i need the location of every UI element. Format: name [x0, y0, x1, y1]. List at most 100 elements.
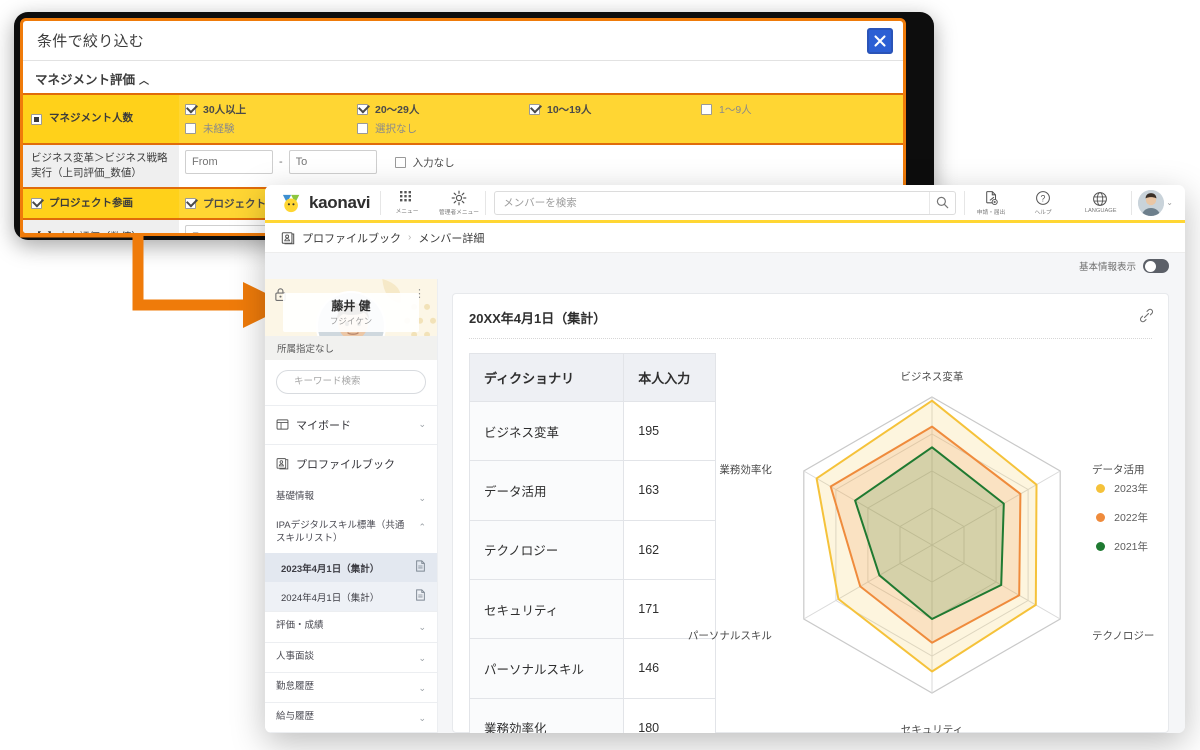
brand-name: kaonavi: [309, 192, 371, 212]
table-row: パーソナルスキル 146: [468, 638, 716, 699]
sidebar-group-interview: 人事面談 ⌄: [265, 643, 437, 673]
breadcrumb-root[interactable]: プロファイルブック: [302, 230, 401, 246]
table-row: ビジネス変革 195: [468, 400, 716, 462]
admin-menu-button-label: 管理者メニュー: [439, 209, 480, 216]
apply-submit-button[interactable]: 申請・届出: [965, 190, 1017, 216]
chevron-down-icon: ⌄: [418, 712, 426, 723]
card-body: ディクショナリ 本人入力 ビジネス変革 195 データ活用 163 テクノロジー…: [468, 339, 1154, 733]
admin-menu-button[interactable]: 管理者メニュー: [433, 190, 485, 216]
range-from-input[interactable]: [185, 225, 273, 233]
skill-summary-card: 20XX年4月1日（集計） ディクショナリ 本人入力 ビジネス変革 195 デー…: [452, 293, 1169, 733]
sidebar-item-ipa-skill-standard[interactable]: IPAデジタルスキル標準（共通スキルリスト） ⌃: [265, 512, 437, 554]
table-row: テクノロジー 162: [468, 519, 716, 580]
avatar[interactable]: [1138, 189, 1165, 216]
sidebar-item-label: 基礎情報: [276, 490, 315, 502]
search-button[interactable]: [929, 191, 955, 214]
breadcrumb-separator: ›: [408, 232, 412, 243]
close-button[interactable]: [867, 27, 893, 54]
chevron-up-icon: ⌃: [418, 521, 426, 532]
legend-color-swatch: [1096, 484, 1106, 493]
sidebar-group-payroll: 給与履歴 ⌄: [265, 703, 437, 733]
chevron-down-icon: ⌄: [418, 622, 426, 633]
filter-row-label: ビジネス変革＞ビジネス戦略実行（上司評価_数値）: [23, 145, 179, 188]
sidebar-group-evaluation: 評価・成績 ⌄: [265, 612, 437, 643]
checkbox-icon: [701, 104, 712, 115]
checkbox-icon: [185, 198, 196, 210]
table-header-cell: 本人入力: [623, 353, 716, 402]
sidebar-search-input[interactable]: [292, 375, 428, 389]
legend-item[interactable]: 2022年: [1096, 510, 1148, 525]
checkbox-option[interactable]: 30人以上: [185, 100, 357, 119]
document-submit-icon: [985, 190, 998, 205]
sidebar-item-2024-04-01[interactable]: 2024年4月1日（集計）: [265, 582, 437, 611]
checkbox-icon: [185, 123, 196, 134]
sidebar-item-evaluation[interactable]: 評価・成績 ⌄: [265, 612, 437, 641]
sidebar-item-profilebook[interactable]: プロファイルブック: [265, 445, 437, 483]
radar-chart-svg: [803, 396, 1061, 694]
table-cell-value: 162: [623, 519, 716, 580]
main-content: 20XX年4月1日（集計） ディクショナリ 本人入力 ビジネス変革 195 デー…: [438, 279, 1185, 733]
menu-button-label: メニュー: [395, 209, 419, 215]
checkbox-option[interactable]: 10〜19人: [529, 100, 701, 119]
basic-info-toggle-bar: 基本情報表示: [265, 253, 1185, 279]
table-cell-category: パーソナルスキル: [468, 638, 625, 699]
legend-label: 2021年: [1114, 541, 1148, 553]
app-top-bar: kaonavi メニュー 管理者メニュー メンバーを検索 申請・届出 ? ヘルプ…: [265, 185, 1185, 223]
table-cell-value: 146: [623, 638, 716, 699]
profile-book-icon: [281, 231, 295, 245]
checkbox-option[interactable]: 未経験: [185, 119, 357, 138]
filter-row-fields: 30人以上 20〜29人 10〜19人 1〜9人 未経験 選択なし: [179, 95, 903, 143]
filter-section-title: マネジメント評価: [35, 73, 136, 87]
menu-button[interactable]: メニュー: [381, 190, 433, 215]
checkbox-option[interactable]: 20〜29人: [357, 100, 529, 119]
sidebar-item-label: 評価・成績: [276, 620, 324, 632]
grid-menu-icon: [400, 191, 412, 202]
range-to-input[interactable]: [288, 150, 377, 174]
profile-name-kana: フジイケン: [329, 315, 373, 326]
chain-link-icon[interactable]: [1139, 308, 1154, 328]
document-icon: [415, 589, 426, 604]
chevron-down-icon: ⌄: [418, 652, 426, 663]
chevron-up-icon: ︿: [139, 76, 150, 87]
checkbox-icon: [529, 104, 540, 115]
search-input[interactable]: [495, 191, 930, 214]
sidebar-item-myboard[interactable]: マイボード ⌄: [265, 406, 437, 444]
legend-item[interactable]: 2023年: [1096, 481, 1148, 496]
filter-row-label: マネジメント人数: [23, 95, 179, 143]
filter-section-header[interactable]: マネジメント評価 ︿: [23, 61, 903, 88]
basic-info-toggle[interactable]: [1143, 259, 1169, 273]
brand-logo[interactable]: kaonavi: [273, 193, 380, 213]
checkbox-icon[interactable]: [31, 196, 49, 211]
square-bullet-icon: [31, 112, 49, 127]
help-button[interactable]: ? ヘルプ: [1017, 190, 1069, 216]
sidebar-item-label: 給与履歴: [276, 710, 315, 722]
sidebar-item-interview[interactable]: 人事面談 ⌄: [265, 643, 437, 672]
language-button[interactable]: LANGUAGE: [1069, 191, 1131, 214]
screenshot-stage: 条件で絞り込む マネジメント評価 ︿ マネジメント人数 30人以上 20〜29人…: [0, 0, 1200, 750]
card-title: 20XX年4月1日（集計）: [469, 311, 607, 326]
chevron-down-icon: ⌄: [418, 419, 426, 430]
legend-item[interactable]: 2021年: [1096, 539, 1148, 554]
filter-row-label: プロジェクト参画: [23, 189, 179, 219]
legend-color-swatch: [1096, 542, 1106, 551]
sidebar-item-payroll[interactable]: 給与履歴 ⌄: [265, 703, 437, 732]
checkbox-option[interactable]: 選択なし: [357, 119, 529, 138]
radar-axis-label: セキュリティ: [900, 723, 964, 733]
checkbox-option-no-input[interactable]: 入力なし: [394, 153, 455, 172]
range-from-input[interactable]: [185, 150, 273, 174]
gear-icon: [451, 190, 467, 205]
svg-text:?: ?: [1041, 193, 1046, 203]
sidebar-item-basic-info[interactable]: 基礎情報 ⌄: [265, 483, 437, 512]
sidebar-item-label: プロファイルブック: [296, 458, 395, 471]
filter-row: マネジメント人数 30人以上 20〜29人 10〜19人 1〜9人 未経験 選択…: [23, 93, 903, 145]
sidebar-leaf-list: 2023年4月1日（集計） 2024年4月1日（集計）: [265, 553, 437, 612]
sidebar-item-attendance[interactable]: 勤怠履歴 ⌄: [265, 673, 437, 702]
chevron-down-icon[interactable]: ⌄: [1166, 198, 1173, 207]
checkbox-option[interactable]: 1〜9人: [701, 100, 873, 119]
skill-table: ディクショナリ 本人入力 ビジネス変革 195 データ活用 163 テクノロジー…: [468, 353, 716, 733]
language-button-label: LANGUAGE: [1084, 208, 1117, 214]
chevron-down-icon: ⌄: [418, 492, 426, 503]
sidebar-item-label: IPAデジタルスキル標準（共通スキルリスト）: [276, 519, 405, 544]
sidebar-item-2023-04-01[interactable]: 2023年4月1日（集計）: [265, 553, 437, 583]
filter-dialog-title: 条件で絞り込む: [37, 33, 145, 50]
